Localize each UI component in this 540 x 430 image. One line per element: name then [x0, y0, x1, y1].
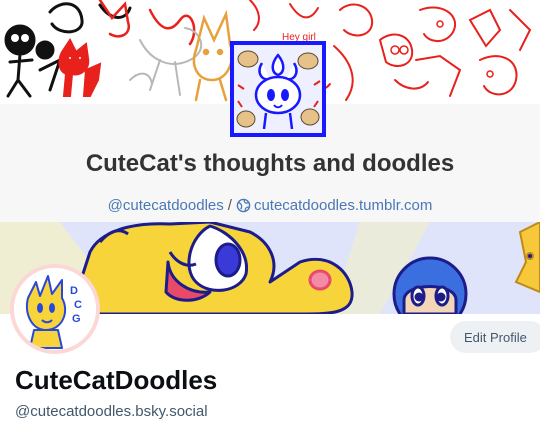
globe-icon: [236, 198, 251, 217]
avatar-inner: D C G: [14, 268, 96, 350]
bluesky-avatar[interactable]: D C G: [10, 264, 100, 354]
avatar-letter-g: G: [72, 313, 81, 325]
avatar-character-drawing: [234, 45, 322, 133]
avatar-letter-d: D: [70, 285, 78, 297]
edit-profile-button[interactable]: Edit Profile: [450, 321, 540, 353]
profile-handle: @cutecatdoodles.bsky.social: [15, 403, 208, 420]
blog-url-link[interactable]: cutecatdoodles.tumblr.com: [254, 197, 432, 214]
link-separator: /: [227, 197, 232, 214]
blog-username-link[interactable]: @cutecatdoodles: [108, 197, 224, 214]
tumblr-blog-header: Hey girl CuteCat's thoughts and doodles …: [0, 0, 540, 222]
blog-links: @cutecatdoodles / cutecatdoodles.tumblr.co…: [0, 197, 540, 217]
avatar-character-drawing: D C G: [14, 268, 96, 350]
blog-title: CuteCat's thoughts and doodles: [85, 150, 455, 177]
profile-display-name: CuteCatDoodles: [15, 365, 218, 395]
tumblr-blog-avatar[interactable]: [230, 41, 326, 137]
avatar-letter-c: C: [74, 299, 82, 311]
